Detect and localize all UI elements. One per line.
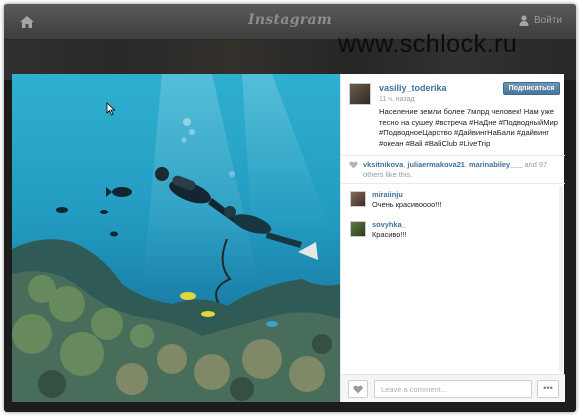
likes-summary: vksitnikova, juliaermakova21, marinabile… bbox=[341, 158, 565, 184]
post-caption: Население земли более 7млрд человек! Нам… bbox=[379, 107, 559, 148]
post-photo[interactable] bbox=[12, 74, 340, 402]
like-button[interactable] bbox=[348, 380, 368, 398]
underwater-scene bbox=[12, 74, 340, 402]
commenter-avatar[interactable] bbox=[350, 191, 366, 207]
post-details-panel: vasiliy_toderika Подписаться 11 ч. назад… bbox=[340, 74, 565, 402]
liker-separator: , bbox=[464, 160, 467, 169]
signin-link[interactable]: Войти bbox=[519, 15, 562, 26]
comment-item: miraiinju Очень красивоооо!!! bbox=[341, 188, 565, 216]
author-avatar[interactable] bbox=[349, 83, 371, 105]
follow-button[interactable]: Подписаться bbox=[503, 82, 560, 95]
liker-link[interactable]: marinabiley___ bbox=[469, 160, 522, 169]
comment-footer: ••• bbox=[341, 374, 565, 402]
more-options-button[interactable]: ••• bbox=[537, 380, 559, 398]
post-header: vasiliy_toderika Подписаться 11 ч. назад… bbox=[341, 74, 565, 156]
liker-link[interactable]: vksitnikova bbox=[363, 160, 403, 169]
comment-text: Красиво!!! bbox=[372, 230, 407, 239]
user-icon bbox=[519, 15, 529, 26]
liker-separator: , bbox=[403, 160, 406, 169]
heart-icon bbox=[353, 385, 363, 393]
heart-icon bbox=[349, 161, 358, 169]
commenter-avatar[interactable] bbox=[350, 221, 366, 237]
post-time: 11 ч. назад bbox=[379, 96, 415, 103]
comment-text: Очень красивоооо!!! bbox=[372, 200, 442, 209]
comment-input[interactable] bbox=[374, 380, 532, 398]
comment-list: miraiinju Очень красивоооо!!! sovyhka_ К… bbox=[341, 188, 565, 248]
comment-item: sovyhka_ Красиво!!! bbox=[341, 218, 565, 246]
watermark-text: www.schlock.ru bbox=[338, 30, 518, 58]
signin-label: Войти bbox=[534, 15, 562, 26]
instagram-logo[interactable]: Instagram bbox=[4, 12, 576, 28]
comments-scrollbar[interactable] bbox=[559, 186, 563, 372]
commenter-username[interactable]: sovyhka_ bbox=[372, 220, 406, 229]
post-time-label: 11 ч. назад bbox=[379, 96, 415, 103]
liker-link[interactable]: juliaermakova21 bbox=[407, 160, 465, 169]
author-username[interactable]: vasiliy_toderika bbox=[379, 83, 447, 93]
mouse-cursor-icon bbox=[106, 102, 116, 116]
commenter-username[interactable]: miraiinju bbox=[372, 190, 403, 199]
